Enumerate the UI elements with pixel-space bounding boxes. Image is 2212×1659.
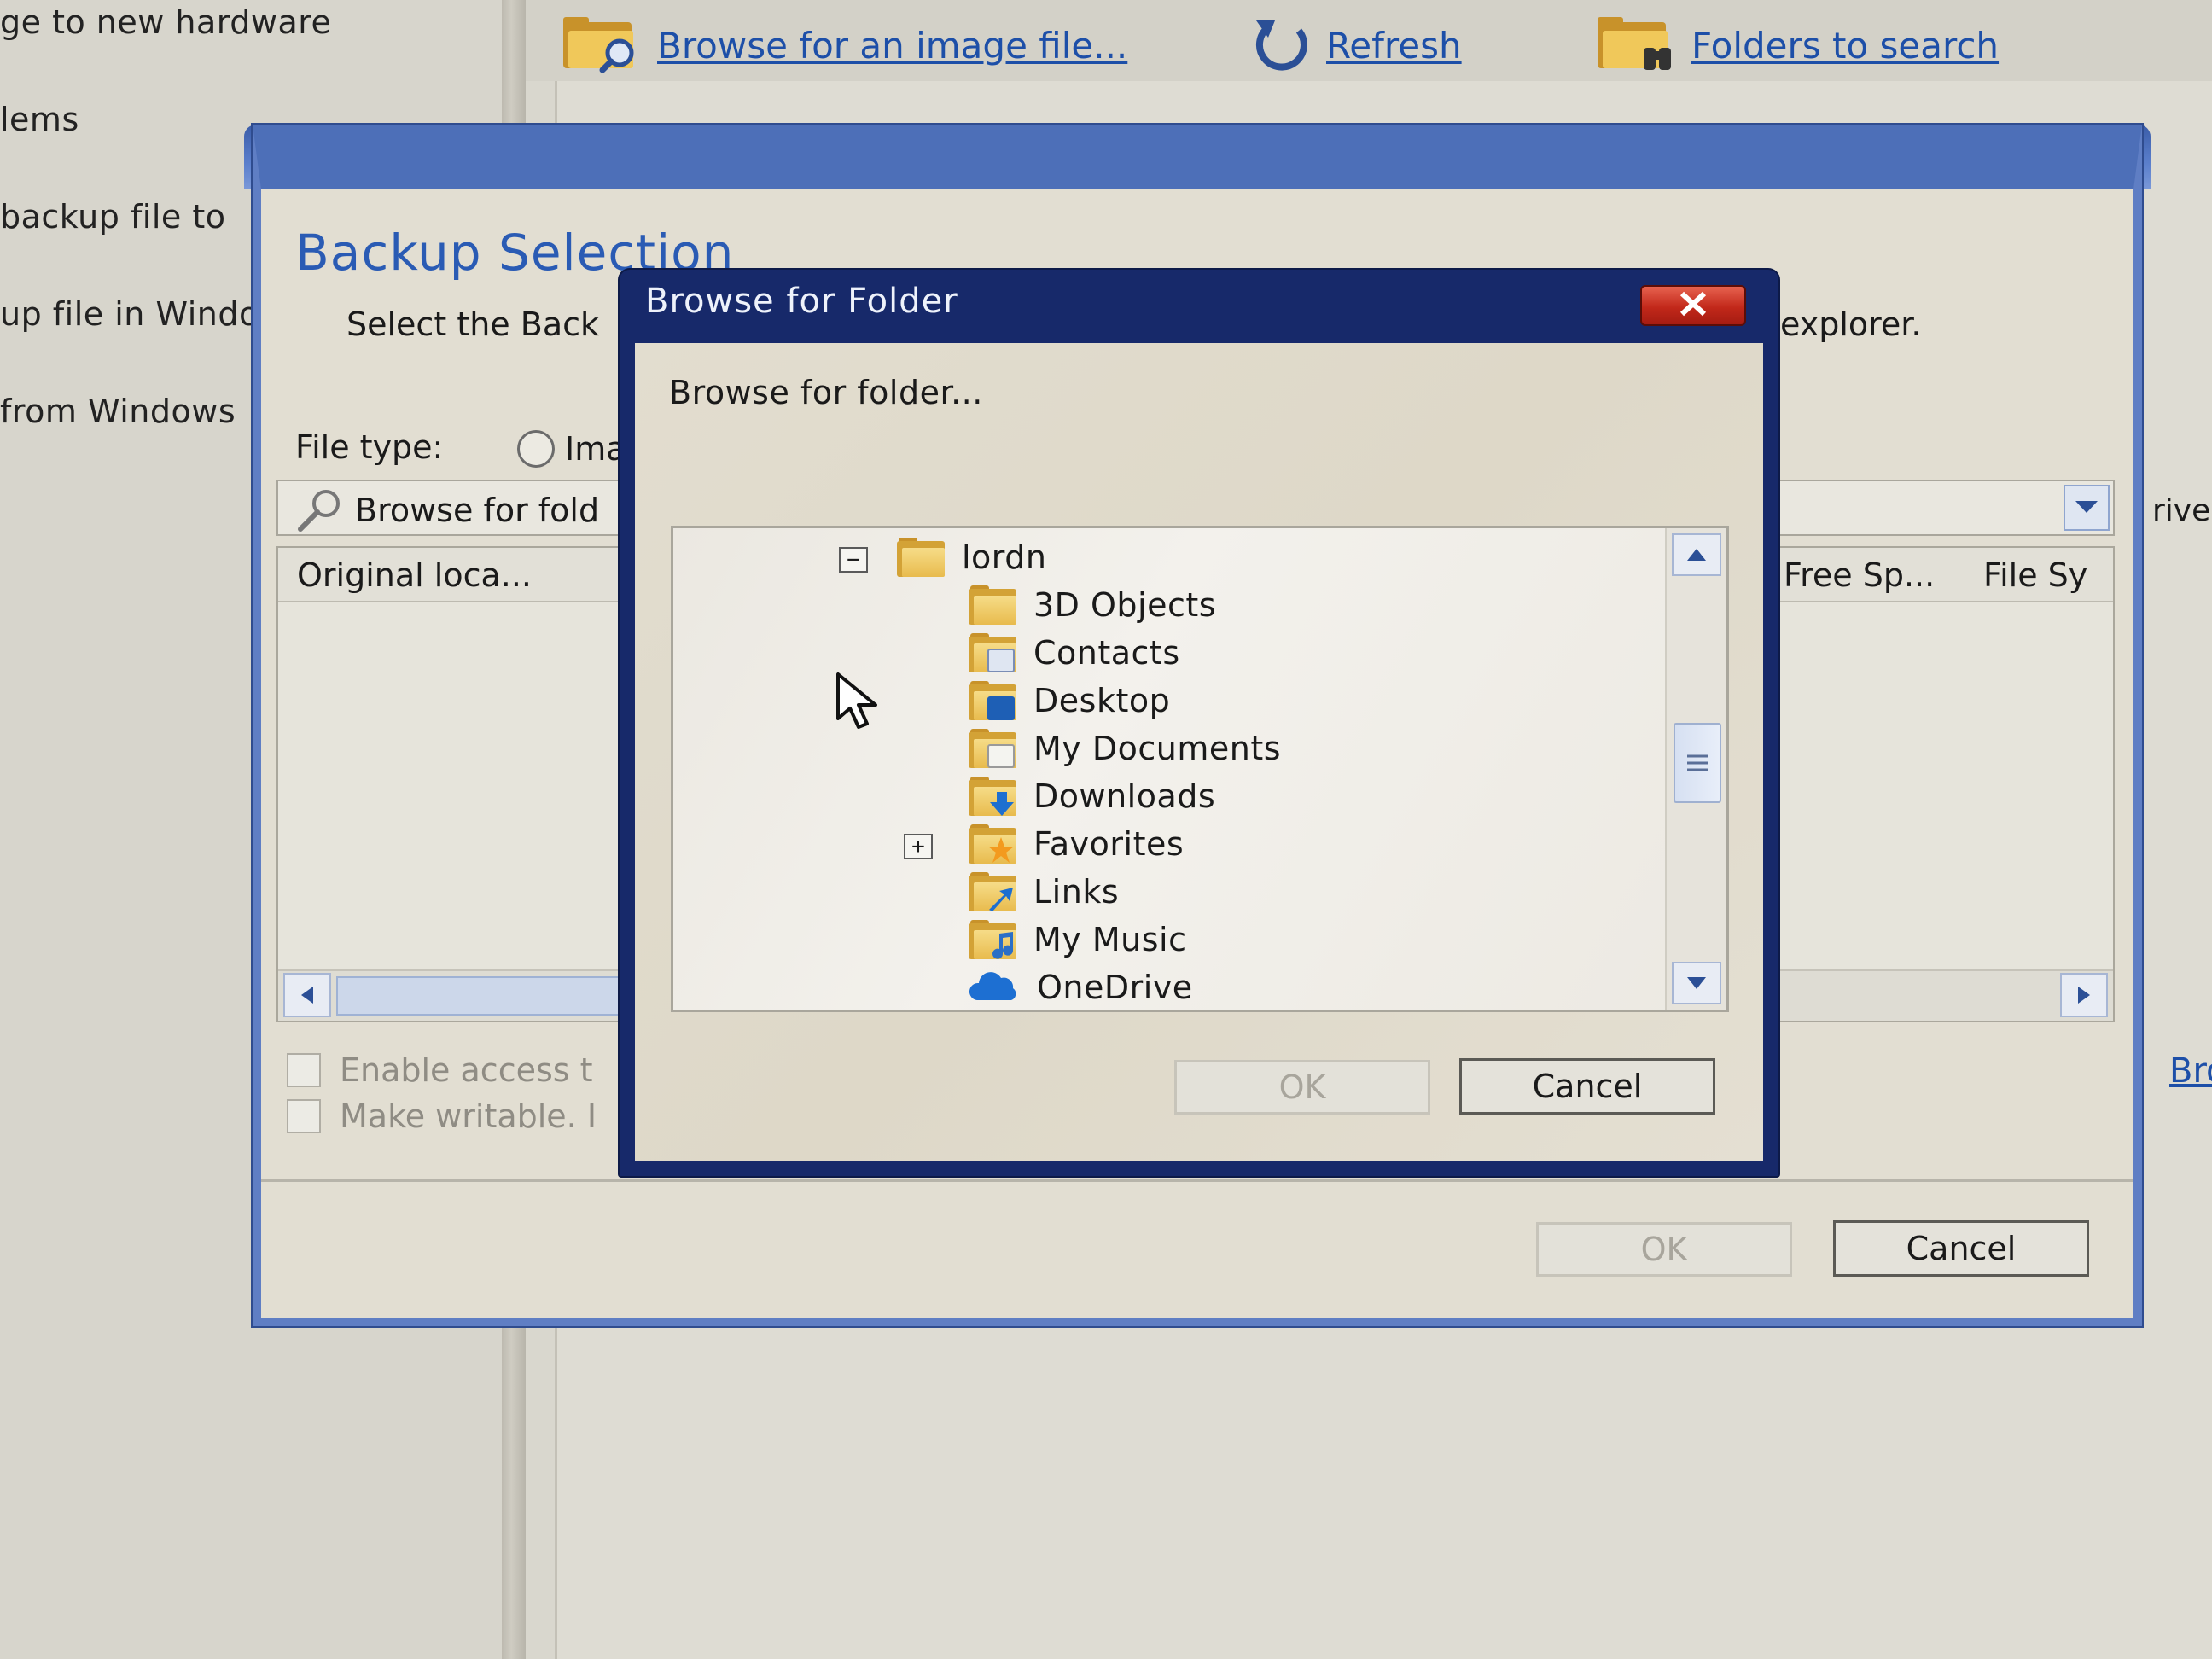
folder-desktop-icon [969,681,1016,720]
dialog-ok-button[interactable]: OK [1174,1060,1430,1115]
file-type-radio[interactable] [517,430,555,468]
folder-search-icon [560,14,645,77]
enable-access-checkbox[interactable]: Enable access t [287,1051,593,1089]
refresh-label: Refresh [1326,24,1462,67]
divider [261,1179,2133,1182]
folders-to-search-label: Folders to search [1691,24,2000,67]
task-link[interactable]: lems [0,101,79,138]
tree-item-my-music[interactable]: My Music [969,917,1186,962]
tree-item-favorites[interactable]: Favorites [969,822,1184,866]
make-writable-checkbox[interactable]: Make writable. I [287,1097,597,1135]
refresh-button[interactable]: Refresh [1249,15,1462,75]
tree-item-label: Downloads [1033,777,1216,815]
browse-link[interactable]: Bro [2169,1051,2212,1091]
drive-label: rive [2152,493,2211,528]
toolbar: Browse for an image file... Refresh Fold… [526,0,2212,81]
browse-image-button[interactable]: Browse for an image file... [560,15,1127,75]
column-file-system[interactable]: File Sy [1983,556,2087,594]
folder-favorites-icon [969,824,1016,864]
folder-contacts-icon [969,633,1016,672]
task-link[interactable]: from Windows [0,393,236,430]
onedrive-cloud-icon [969,966,1020,1009]
task-link[interactable]: backup file to [0,198,226,236]
tree-item-contacts[interactable]: Contacts [969,631,1180,675]
backup-subtitle-end: explorer. [1780,306,1922,343]
folder-tree[interactable]: − lordn 3D Objects Contacts Desktop My D… [671,526,1729,1012]
scroll-left-icon[interactable] [283,973,331,1017]
scroll-down-icon[interactable] [1672,962,1721,1004]
collapse-icon[interactable]: − [839,547,868,573]
tree-item-label: My Documents [1033,730,1282,767]
tree-item-3d-objects[interactable]: 3D Objects [969,583,1216,627]
scroll-right-icon[interactable] [2060,973,2108,1017]
column-free-space[interactable]: Free Sp... [1784,556,1935,594]
folder-links-icon [969,872,1016,911]
checkbox[interactable] [287,1099,321,1133]
dialog-body: Browse for folder... − lordn 3D Objects … [635,343,1763,1161]
task-link[interactable]: ge to new hardware [0,3,331,41]
vertical-scrollbar[interactable] [1665,528,1726,1010]
tree-item-label: Desktop [1033,682,1171,719]
scrollbar-thumb[interactable] [336,976,626,1016]
tree-item-onedrive[interactable]: OneDrive [969,965,1193,1010]
tree-item-label: lordn [962,538,1047,576]
backup-ok-button[interactable]: OK [1536,1222,1792,1277]
tree-item-label: OneDrive [1037,969,1193,1006]
tree-item-label: Favorites [1033,825,1185,863]
folder-documents-icon [969,729,1016,768]
folder-downloads-icon [969,777,1016,816]
backup-cancel-button[interactable]: Cancel [1833,1220,2089,1277]
folder-3d-objects-icon [969,585,1016,625]
folders-to-search-button[interactable]: Folders to search [1594,15,1999,75]
backup-subtitle: Select the Back [346,306,600,343]
tree-item-label: My Music [1033,921,1187,958]
checkbox[interactable] [287,1053,321,1087]
browse-image-label: Browse for an image file... [657,24,1128,67]
dialog-cancel-button[interactable]: Cancel [1459,1058,1715,1115]
expand-icon[interactable]: + [904,834,933,859]
refresh-icon [1249,14,1314,77]
close-button[interactable] [1640,285,1746,326]
enable-access-label: Enable access t [340,1051,593,1089]
browse-for-folder-dialog: Browse for Folder Browse for folder... −… [620,270,1778,1176]
tree-item-root[interactable]: lordn [897,535,1046,579]
dialog-prompt: Browse for folder... [669,374,983,411]
folder-binoculars-icon [1594,14,1679,77]
scrollbar-thumb[interactable] [1674,723,1721,803]
tree-item-downloads[interactable]: Downloads [969,774,1215,818]
tree-item-label: Links [1033,873,1120,911]
tree-item-links[interactable]: Links [969,870,1119,914]
search-text: Browse for fold [355,492,600,529]
tree-item-label: Contacts [1033,634,1180,672]
chevron-down-icon[interactable] [2064,485,2110,531]
close-icon [1679,291,1708,320]
folder-music-icon [969,920,1016,959]
make-writable-label: Make writable. I [340,1097,597,1135]
file-type-radio-label: Ima [565,430,626,468]
search-icon [294,486,345,538]
tree-item-desktop[interactable]: Desktop [969,678,1170,723]
task-link[interactable]: up file in Windo [0,295,259,333]
scroll-up-icon[interactable] [1672,533,1721,576]
dialog-title: Browse for Folder [645,282,958,321]
tree-item-my-documents[interactable]: My Documents [969,726,1281,771]
folder-user-icon [897,538,945,577]
column-original-location[interactable]: Original loca... [297,556,532,594]
tree-item-label: 3D Objects [1033,586,1217,624]
mouse-cursor-icon [835,671,886,734]
file-type-label: File type: [295,428,444,466]
